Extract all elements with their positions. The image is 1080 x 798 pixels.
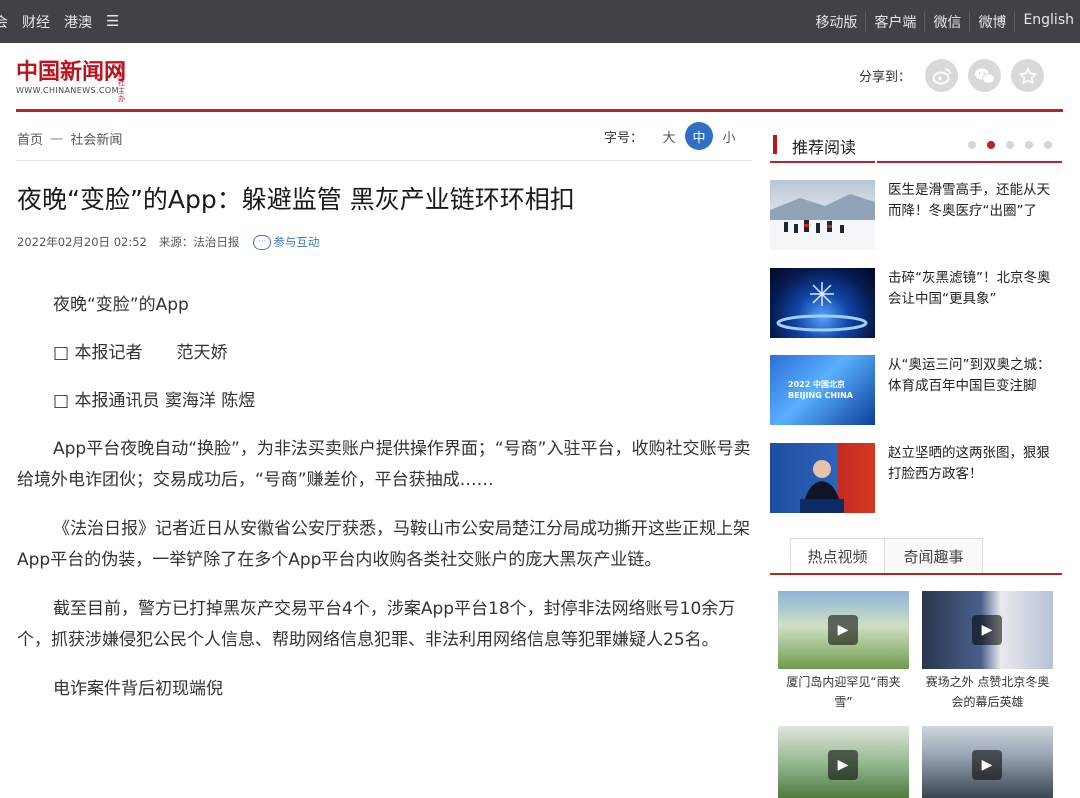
tab-curiosities[interactable]: 奇闻趣事 [885,538,983,573]
recommend-item[interactable]: 赵立坚晒的这两张图，狠狠打脸西方政客！ [770,443,1062,515]
logo-url: WWW.CHINANEWS.COM [16,86,119,95]
carousel-dot-active[interactable] [987,141,995,149]
video-tabs-divider [770,573,1062,575]
video-tabs: 热点视频 奇闻趣事 [770,538,1062,576]
recommend-thumbnail[interactable] [770,180,875,250]
comment-bubble-icon: ··· [253,234,272,250]
thumbnail-caption: 2022 中国北京 BEIJING CHINA [788,380,853,400]
top-nav-left: 会 财经 港澳 ☰ [0,12,119,32]
nav-item-mobile[interactable]: 移动版 [807,12,865,32]
article-subheading: 电诈案件背后初现端倪 [53,679,223,699]
weibo-icon[interactable] [925,59,958,92]
video-thumbnail[interactable]: ▶ [778,726,909,798]
nav-item-english[interactable]: English [1014,12,1080,32]
recommend-text[interactable]: 从“奥运三问”到双奥之城：体育成百年中国巨变注脚 [888,355,1060,397]
article-body: 夜晚“变脸”的App □ 本报记者 范天娇 □ 本报通讯员 窦海洋 陈煜 App… [17,290,752,705]
recommend-thumbnail[interactable] [770,443,875,513]
carousel-dot[interactable] [1044,141,1052,149]
article-meta: 2022年02月20日 02:52 来源：法治日报 ··· 参与互动 [17,234,319,250]
breadcrumb-section[interactable]: 社会新闻 [70,133,122,148]
tab-hot-videos[interactable]: 热点视频 [790,538,885,573]
interact-link[interactable]: ··· 参与互动 [253,234,319,250]
article-paragraph: 夜晚“变脸”的App [53,295,189,315]
recommend-text[interactable]: 击碎“灰黑滤镜”！北京冬奥会让中国“更具象” [888,268,1060,310]
video-card[interactable]: ▶ 赛场之外 点赞北京冬奥会的幕后英雄 [922,591,1053,712]
video-card[interactable]: ▶ 厦门岛内迎罕见“雨夹雪” [778,591,909,712]
article-paragraph: □ 本报通讯员 窦海洋 陈煜 [53,391,256,411]
carousel-dots [968,141,1052,149]
hamburger-icon[interactable]: ☰ [106,12,119,32]
article-paragraph: □ 本报记者 范天娇 [53,343,228,363]
header-divider [16,109,1063,112]
share-bar: 分享到： [859,59,1044,92]
play-icon[interactable]: ▶ [972,750,1002,780]
article-paragraph: 《法治日报》记者近日从安徽省公安厅获悉，马鞍山市公安局楚江分局成功撕开这些正规上… [17,519,750,570]
recommend-text[interactable]: 赵立坚晒的这两张图，狠狠打脸西方政客！ [888,443,1060,485]
article-source: 来源：法治日报 [158,235,240,249]
play-icon[interactable]: ▶ [972,615,1002,645]
article-paragraph: App平台夜晚自动“换脸”，为非法买卖账户提供操作界面；“号商”入驻平台，收购社… [17,439,751,490]
logo-small-text: 中新社主办 [118,63,125,103]
site-logo[interactable]: 中国新闻网 中新社主办 WWW.CHINANEWS.COM [16,59,127,103]
recommend-divider [770,161,1062,163]
video-thumbnail[interactable]: ▶ [922,726,1053,798]
font-size-large[interactable]: 大 [655,122,683,150]
recommend-thumbnail[interactable] [770,268,875,338]
video-card[interactable]: ▶ [778,726,909,798]
carousel-dot[interactable] [968,141,976,149]
recommend-title: 推荐阅读 [792,138,857,157]
recommend-header: 推荐阅读 [770,132,1062,164]
nav-item-hkmacao[interactable]: 港澳 [64,12,92,32]
video-caption[interactable]: 赛场之外 点赞北京冬奥会的幕后英雄 [922,672,1053,712]
article-datetime: 2022年02月20日 02:52 [17,235,147,249]
star-icon[interactable] [1011,59,1044,92]
font-size-control: 字号： 大 中 小 [604,122,743,150]
logo-text: 中国新闻网 [16,59,127,85]
nav-item-finance[interactable]: 财经 [22,12,50,32]
nav-item-weibo[interactable]: 微博 [969,12,1014,32]
font-size-medium[interactable]: 中 [685,122,714,150]
recommend-item[interactable]: 2022 中国北京 BEIJING CHINA 从“奥运三问”到双奥之城：体育成… [770,355,1062,427]
recommend-thumbnail[interactable]: 2022 中国北京 BEIJING CHINA [770,355,875,425]
nav-item-client[interactable]: 客户端 [865,12,924,32]
carousel-dot[interactable] [1025,141,1033,149]
breadcrumb-divider [16,160,752,161]
share-label: 分享到： [858,70,911,85]
breadcrumb: 首页 一 社会新闻 [17,129,122,148]
recommend-accent-bar [773,135,777,154]
video-thumbnail[interactable]: ▶ [778,591,909,669]
breadcrumb-home[interactable]: 首页 [17,133,43,148]
recommend-item[interactable]: 医生是滑雪高手，还能从天而降！冬奥医疗“出圈”了 [770,180,1062,252]
nav-item-society[interactable]: 会 [0,12,8,32]
font-size-label: 字号： [604,130,644,146]
video-caption[interactable]: 厦门岛内迎罕见“雨夹雪” [778,672,909,712]
carousel-dot[interactable] [1006,141,1014,149]
nav-item-wechat[interactable]: 微信 [924,12,969,32]
article-title: 夜晚“变脸”的App：躲避监管 黑灰产业链环环相扣 [17,185,575,214]
recommend-text[interactable]: 医生是滑雪高手，还能从天而降！冬奥医疗“出圈”了 [888,180,1060,222]
play-icon[interactable]: ▶ [828,615,858,645]
recommend-item[interactable]: 击碎“灰黑滤镜”！北京冬奥会让中国“更具象” [770,268,1062,340]
video-card[interactable]: ▶ [922,726,1053,798]
font-size-small[interactable]: 小 [715,122,743,150]
wechat-icon[interactable] [968,59,1001,92]
play-icon[interactable]: ▶ [828,750,858,780]
top-nav-right: 移动版 客户端 微信 微博 English [807,12,1080,32]
article-paragraph: 截至目前，警方已打掉黑灰产交易平台4个，涉案App平台18个，封停非法网络账号1… [17,599,736,650]
video-thumbnail[interactable]: ▶ [922,591,1053,669]
breadcrumb-separator: 一 [50,133,64,148]
top-nav-bar: 会 财经 港澳 ☰ 移动版 客户端 微信 微博 English [0,0,1080,43]
interact-label: 参与互动 [273,235,320,249]
